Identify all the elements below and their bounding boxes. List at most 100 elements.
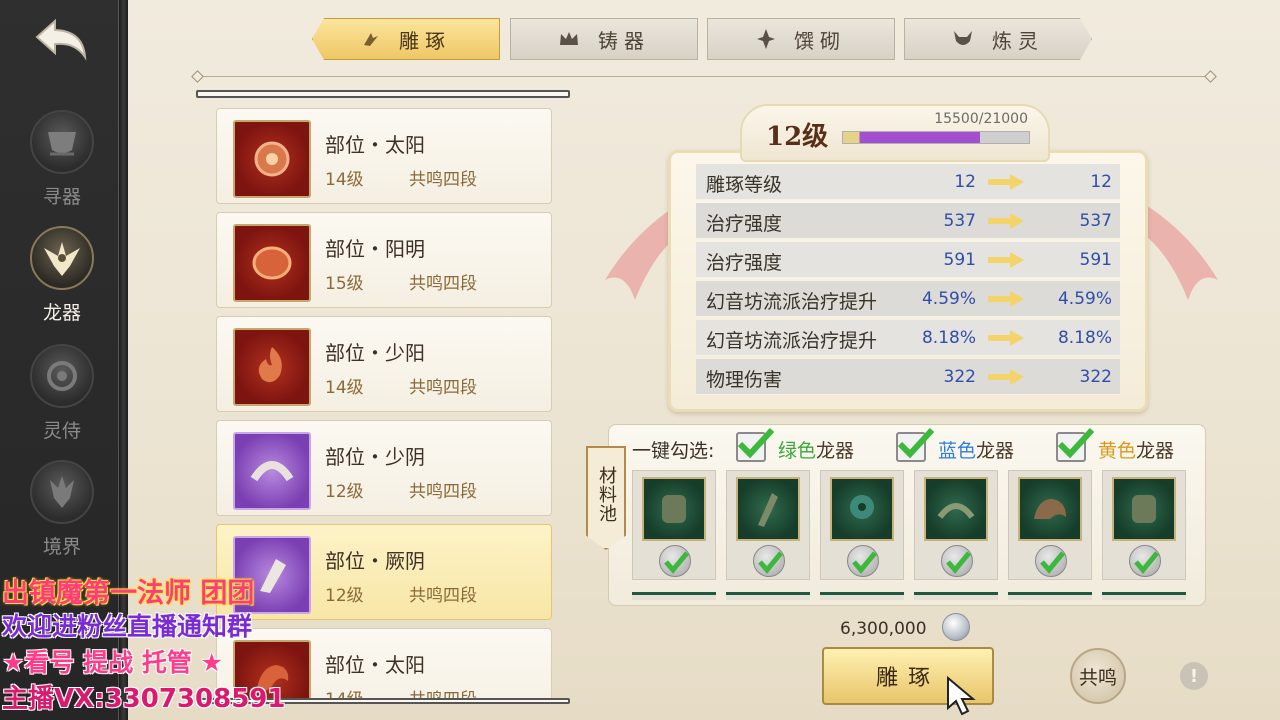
cost-amount: 6,300,000 <box>840 619 927 639</box>
check-icon <box>737 427 775 459</box>
tab-label: 雕琢 <box>399 28 451 53</box>
nav-item-jingjie[interactable]: 境界 <box>18 460 106 570</box>
nav-label: 灵侍 <box>42 420 81 442</box>
filter-suffix: 龙器 <box>816 440 855 462</box>
tab-label: 炼灵 <box>992 28 1044 53</box>
part-status: 共鸣四段 <box>409 586 477 606</box>
tab-forge[interactable]: 铸器 <box>510 18 698 60</box>
nav-label: 龙器 <box>42 302 81 324</box>
material-pool-tag: 材料池 <box>586 446 626 550</box>
part-status: 共鸣四段 <box>409 482 477 502</box>
material-slot[interactable] <box>1102 470 1186 580</box>
slot-check[interactable] <box>941 545 973 577</box>
tab-build[interactable]: 馔砌 <box>707 18 895 60</box>
jade-arc-icon <box>233 432 311 510</box>
material-slot-row2 <box>1008 592 1092 600</box>
filter-green-checkbox[interactable] <box>736 427 775 462</box>
nav-label: 寻器 <box>42 186 81 208</box>
divider-ornament <box>1204 70 1217 83</box>
material-slot[interactable] <box>820 470 904 580</box>
stat-current-value: 8.18% <box>921 328 976 348</box>
filter-color-word: 绿色 <box>778 440 817 462</box>
spirit-swirl-icon <box>30 344 94 408</box>
slot-check[interactable] <box>1035 545 1067 577</box>
stat-name: 治疗强度 <box>706 252 783 274</box>
jade-beast-icon <box>1018 477 1082 541</box>
tab-label: 铸器 <box>598 28 650 53</box>
list-item-part-selected[interactable]: 部位・厥阴 12级 共鸣四段 <box>216 524 552 620</box>
stat-name: 幻音坊流派治疗提升 <box>706 330 878 352</box>
nav-item-longqi[interactable]: 龙器 <box>18 226 106 336</box>
slot-check[interactable] <box>847 545 879 577</box>
part-title: 部位・阳明 <box>325 237 425 261</box>
arrow-right-icon <box>988 330 1024 346</box>
part-status: 共鸣四段 <box>409 274 477 294</box>
stat-name: 幻音坊流派治疗提升 <box>706 291 878 313</box>
part-status: 共鸣四段 <box>409 685 477 698</box>
arrow-right-icon <box>988 291 1024 307</box>
back-button[interactable] <box>30 14 96 68</box>
material-slot[interactable] <box>632 470 716 580</box>
resonate-button[interactable]: 共鸣 <box>1070 648 1126 704</box>
stat-next-value: 4.59% <box>1057 289 1112 309</box>
slot-check[interactable] <box>1129 545 1161 577</box>
nav-item-xunqi[interactable]: 寻器 <box>18 110 106 220</box>
back-arrow-icon <box>35 18 87 61</box>
crown-icon <box>560 32 578 45</box>
tab-refine-spirit[interactable]: 炼灵 <box>904 18 1092 60</box>
check-icon <box>758 551 783 574</box>
check-icon <box>1040 551 1065 574</box>
jade-arc-icon <box>924 477 988 541</box>
material-slot-row2 <box>632 592 716 600</box>
stat-current-value: 12 <box>954 172 976 192</box>
info-icon[interactable]: ! <box>1180 662 1208 690</box>
part-list[interactable]: 部位・太阳 14级 共鸣四段 部位・阳明 15级 共鸣四段 部位・少阳 14级 … <box>216 106 552 698</box>
stat-row: 雕琢等级 12 12 <box>696 164 1120 200</box>
list-item-part[interactable]: 部位・少阳 14级 共鸣四段 <box>216 316 552 412</box>
part-status: 共鸣四段 <box>409 378 477 398</box>
material-slot-row2 <box>726 592 810 600</box>
material-slot[interactable] <box>726 470 810 580</box>
part-title: 部位・太阳 <box>325 653 425 677</box>
slot-check[interactable] <box>659 545 691 577</box>
xp-bar <box>842 131 1030 144</box>
stat-next-value: 591 <box>1079 250 1112 270</box>
filter-green-label: 绿色龙器 <box>778 436 854 463</box>
filter-blue-checkbox[interactable] <box>896 427 935 462</box>
stat-next-value: 8.18% <box>1057 328 1112 348</box>
horned-mask-icon <box>952 29 974 49</box>
filter-color-word: 蓝色 <box>938 440 977 462</box>
stat-next-value: 537 <box>1079 211 1112 231</box>
filter-blue-label: 蓝色龙器 <box>938 436 1014 463</box>
xp-bar-fill <box>843 132 981 143</box>
tab-carve[interactable]: 雕琢 <box>312 18 500 60</box>
stat-row: 幻音坊流派治疗提升 4.59% 4.59% <box>696 281 1120 317</box>
arrow-right-icon <box>988 369 1024 385</box>
arrow-right-icon <box>988 213 1024 229</box>
check-icon <box>897 427 935 459</box>
red-flame-icon <box>233 328 311 406</box>
stat-next-value: 12 <box>1090 172 1112 192</box>
filter-yellow-checkbox[interactable] <box>1056 427 1095 462</box>
filter-color-word: 黄色 <box>1098 440 1137 462</box>
spire-icon <box>757 29 775 49</box>
material-slot[interactable] <box>1008 470 1092 580</box>
material-slot[interactable] <box>914 470 998 580</box>
red-gem-icon <box>233 120 311 198</box>
list-item-part[interactable]: 部位・少阴 12级 共鸣四段 <box>216 420 552 516</box>
part-level: 14级 <box>325 170 364 190</box>
slot-check[interactable] <box>753 545 785 577</box>
stat-name: 物理伤害 <box>706 369 783 391</box>
stat-row: 物理伤害 322 322 <box>696 359 1120 395</box>
list-item-part[interactable]: 部位・太阳 14级 共鸣四段 <box>216 108 552 204</box>
stream-overlay-line: 主播VX:3307308591 <box>2 684 286 714</box>
divider-ornament <box>191 70 204 83</box>
cup-icon <box>30 110 94 174</box>
arrow-right-icon <box>988 174 1024 190</box>
nav-item-lingshi[interactable]: 灵侍 <box>18 344 106 454</box>
jade-cylinder-icon <box>1112 477 1176 541</box>
part-level: 14级 <box>325 685 364 698</box>
check-icon <box>664 551 689 574</box>
dragon-wing-icon <box>30 226 94 290</box>
list-item-part[interactable]: 部位・阳明 15级 共鸣四段 <box>216 212 552 308</box>
